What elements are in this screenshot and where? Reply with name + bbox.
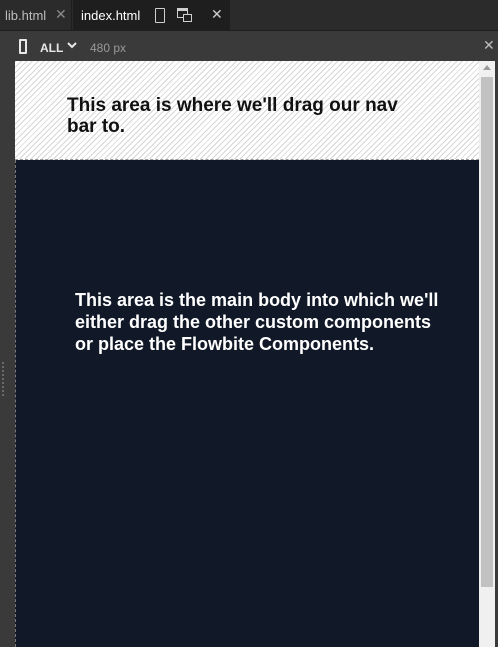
close-preview-icon[interactable]: ✕: [483, 38, 495, 52]
design-canvas: This area is where we'll drag our nav ba…: [15, 61, 479, 647]
tab-bar: lib.html ✕ index.html ✕: [0, 0, 498, 31]
tab-lib-html[interactable]: lib.html ✕: [0, 0, 72, 30]
breakpoint-selector[interactable]: ALL: [40, 41, 63, 55]
tab-close-icon[interactable]: ✕: [211, 7, 223, 21]
mobile-preview-icon[interactable]: [155, 8, 165, 23]
open-in-window-icon[interactable]: [177, 8, 192, 22]
scrollbar-thumb[interactable]: [481, 77, 493, 587]
preview-width-label: 480 px: [90, 41, 127, 55]
tab-close-icon[interactable]: ✕: [55, 7, 67, 21]
scroll-up-icon[interactable]: [483, 65, 491, 70]
tab-label: lib.html: [5, 7, 47, 23]
chevron-down-icon[interactable]: [67, 40, 77, 50]
nav-drop-area[interactable]: This area is where we'll drag our nav ba…: [15, 61, 479, 160]
preview-toolbar: ALL 480 px ✕: [0, 31, 498, 61]
tab-label: index.html: [81, 7, 141, 23]
panel-resize-handle[interactable]: [2, 362, 6, 396]
editor-window: lib.html ✕ index.html ✕ ALL 480 px ✕ Thi…: [0, 0, 498, 647]
vertical-scrollbar[interactable]: [479, 61, 495, 647]
mobile-device-icon[interactable]: [19, 39, 27, 54]
tab-index-html[interactable]: index.html ✕: [73, 0, 230, 30]
main-placeholder-text: This area is the main body into which we…: [75, 290, 439, 354]
nav-placeholder-text: This area is where we'll drag our nav ba…: [67, 95, 398, 137]
main-body-area[interactable]: This area is the main body into which we…: [15, 160, 479, 647]
